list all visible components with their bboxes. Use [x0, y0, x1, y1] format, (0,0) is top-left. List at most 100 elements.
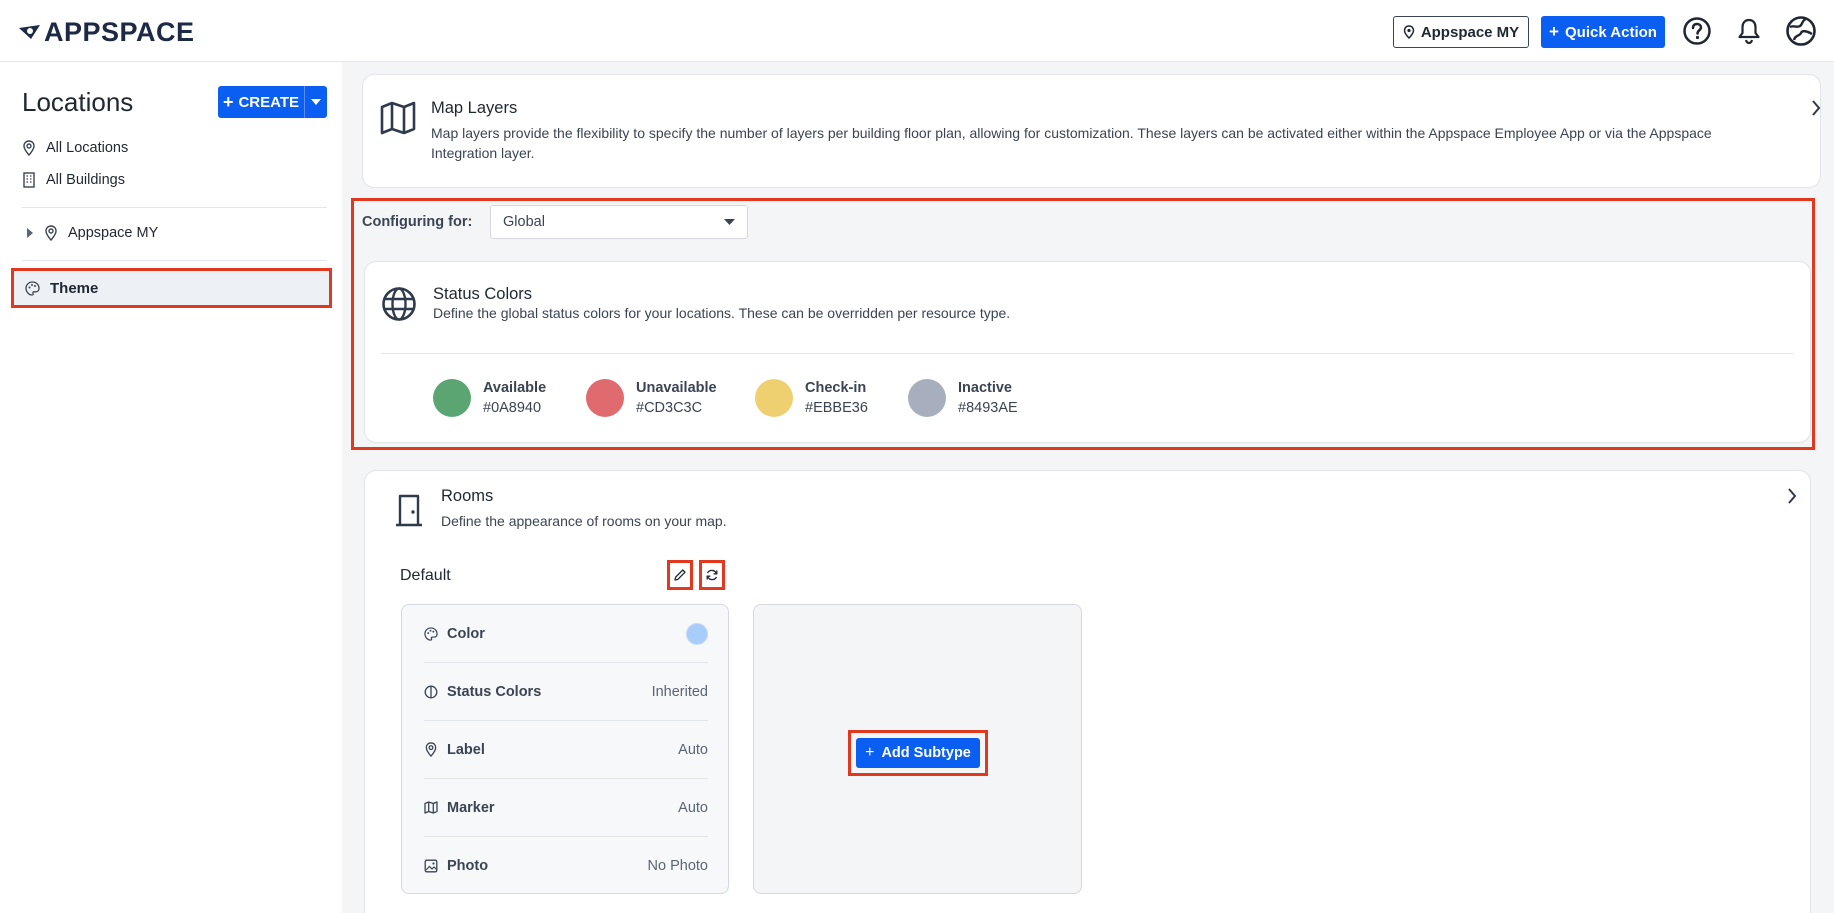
status-swatch-inactive[interactable]: Inactive #8493AE	[908, 379, 1018, 417]
map-icon	[424, 801, 438, 814]
property-row-photo[interactable]: Photo No Photo	[424, 837, 708, 895]
location-pin-icon	[23, 140, 35, 156]
create-button[interactable]: + CREATE	[218, 86, 305, 118]
rooms-card: Rooms Define the appearance of rooms on …	[364, 470, 1811, 913]
sidebar: Locations + CREATE All Locations All Bui…	[0, 62, 342, 913]
map-layers-card[interactable]: Map Layers Map layers provide the flexib…	[362, 74, 1821, 188]
location-pin-icon	[45, 225, 57, 241]
palette-icon	[25, 280, 40, 296]
edit-button[interactable]	[667, 560, 693, 590]
property-value: No Photo	[647, 858, 708, 874]
chevron-right-icon[interactable]	[1787, 487, 1797, 505]
avatar-globe-icon	[1786, 16, 1816, 46]
logo-text: APPSPACE	[44, 16, 195, 47]
user-avatar[interactable]	[1785, 15, 1817, 47]
swatch-hex: #8493AE	[958, 400, 1018, 416]
refresh-icon	[706, 569, 718, 581]
quick-action-label: Quick Action	[1564, 23, 1657, 41]
sidebar-divider	[22, 207, 327, 208]
add-subtype-label: Add Subtype	[881, 745, 971, 761]
configuring-for-label: Configuring for:	[362, 214, 473, 230]
default-properties-panel: Color Status Colors Inherited Label Auto…	[401, 604, 729, 894]
caret-down-icon	[311, 99, 321, 105]
reset-button[interactable]	[699, 560, 725, 590]
plus-icon: +	[1549, 22, 1559, 41]
create-button-group: + CREATE	[218, 86, 327, 118]
location-switcher-label: Appspace MY	[1420, 23, 1520, 41]
notification-bell-icon[interactable]	[1733, 15, 1765, 47]
property-label: Status Colors	[447, 683, 542, 700]
building-icon	[23, 172, 35, 188]
create-label: CREATE	[238, 93, 300, 111]
status-colors-description: Define the global status colors for your…	[433, 305, 1011, 321]
location-switcher-button[interactable]: Appspace MY	[1393, 16, 1529, 48]
pencil-icon	[674, 569, 686, 581]
sidebar-title: Locations	[22, 87, 134, 117]
property-value: Inherited	[651, 683, 708, 700]
map-icon	[380, 101, 416, 135]
caret-down-icon	[724, 219, 735, 225]
logo-mark-icon	[19, 25, 40, 39]
plus-icon: +	[222, 91, 234, 112]
contrast-icon	[424, 685, 438, 698]
property-row-marker[interactable]: Marker Auto	[424, 779, 708, 837]
tree-item-appspace-my[interactable]: Appspace MY	[26, 225, 158, 241]
door-icon	[396, 494, 422, 527]
color-dot	[755, 379, 793, 417]
location-pin-icon	[425, 742, 437, 757]
plus-icon: +	[865, 744, 875, 761]
color-dot	[586, 379, 624, 417]
property-label: Label	[447, 741, 485, 758]
status-swatch-unavailable[interactable]: Unavailable #CD3C3C	[586, 379, 717, 417]
property-row-color[interactable]: Color	[424, 605, 708, 663]
top-bar: APPSPACE Appspace MY + Quick Action	[0, 0, 1834, 62]
sidebar-item-all-buildings[interactable]: All Buildings	[22, 172, 125, 188]
swatch-hex: #CD3C3C	[636, 400, 703, 416]
room-color-swatch[interactable]	[686, 622, 708, 645]
sidebar-item-all-locations[interactable]: All Locations	[22, 140, 128, 156]
sidebar-divider	[22, 260, 327, 261]
property-value: Auto	[678, 741, 708, 758]
property-row-label[interactable]: Label Auto	[424, 721, 708, 779]
main-content: Map Layers Map layers provide the flexib…	[342, 62, 1834, 913]
add-subtype-button[interactable]: + Add Subtype	[856, 738, 980, 768]
status-swatch-check-in[interactable]: Check-in #EBBE36	[755, 379, 868, 417]
rooms-description: Define the appearance of rooms on your m…	[441, 513, 727, 529]
color-dot	[908, 379, 946, 417]
default-label: Default	[400, 567, 451, 584]
color-dot	[433, 379, 471, 417]
configuring-for-select[interactable]: Global	[490, 205, 748, 239]
swatch-name: Inactive	[958, 380, 1012, 396]
help-icon[interactable]	[1681, 15, 1713, 47]
quick-action-button[interactable]: + Quick Action	[1541, 16, 1665, 48]
sidebar-item-theme[interactable]: Theme	[11, 268, 332, 308]
sidebar-item-label: All Locations	[46, 140, 129, 156]
map-layers-description: Map layers provide the flexibility to sp…	[431, 125, 1712, 161]
globe-icon	[382, 287, 416, 321]
location-pin-icon	[1403, 25, 1415, 39]
swatch-hex: #EBBE36	[805, 400, 868, 416]
add-subtype-highlight: + Add Subtype	[848, 730, 988, 776]
property-value: Auto	[678, 799, 708, 816]
chevron-right-icon[interactable]	[1811, 99, 1821, 117]
rooms-title: Rooms	[441, 487, 494, 505]
property-label: Photo	[447, 858, 489, 874]
image-icon	[424, 859, 438, 873]
expand-arrow-icon[interactable]	[26, 228, 34, 238]
configuring-for-value: Global	[503, 214, 545, 230]
swatch-hex: #0A8940	[483, 400, 542, 416]
palette-icon	[424, 626, 438, 641]
status-swatch-available[interactable]: Available #0A8940	[433, 379, 546, 417]
swatch-name: Check-in	[805, 380, 867, 396]
appspace-logo[interactable]: APPSPACE	[18, 16, 195, 47]
status-colors-title: Status Colors	[433, 285, 533, 303]
map-layers-title: Map Layers	[431, 99, 518, 117]
sidebar-item-label: All Buildings	[46, 172, 125, 188]
tree-item-label: Appspace MY	[68, 225, 159, 241]
swatch-name: Available	[483, 380, 547, 396]
swatch-name: Unavailable	[636, 380, 717, 396]
property-row-status-colors[interactable]: Status Colors Inherited	[424, 663, 708, 721]
subtype-panel: + Add Subtype	[753, 604, 1082, 894]
property-label: Marker	[447, 799, 495, 816]
create-dropdown-toggle[interactable]	[305, 86, 327, 118]
